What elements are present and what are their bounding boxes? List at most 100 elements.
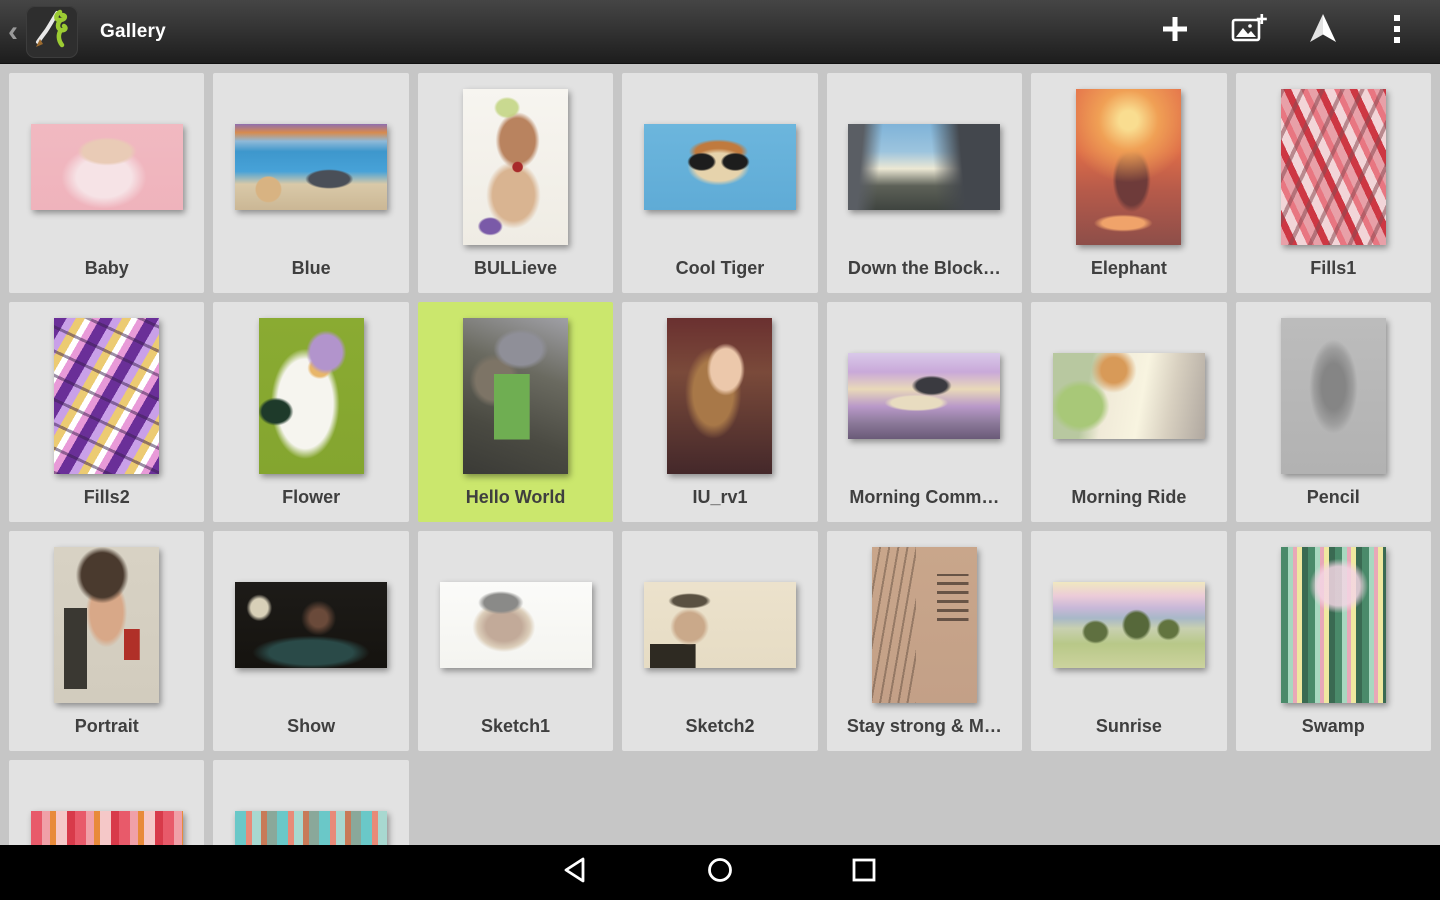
thumbnail-area	[1031, 531, 1226, 709]
gallery-item[interactable]: Portrait	[9, 531, 204, 751]
artwork-thumbnail	[463, 318, 568, 474]
artwork-title: Pencil	[1236, 487, 1431, 508]
artwork-thumbnail	[848, 124, 1000, 210]
artwork-thumbnail	[1053, 353, 1205, 439]
artwork-title: BULLieve	[418, 258, 613, 279]
sketchbook-logo-icon	[30, 7, 74, 56]
artwork-thumbnail	[235, 582, 387, 668]
action-buttons	[1152, 8, 1440, 56]
artwork-title: Swamp	[1236, 716, 1431, 737]
android-nav-bar	[0, 845, 1440, 900]
overflow-menu-button[interactable]	[1374, 8, 1420, 56]
artwork-thumbnail	[440, 582, 592, 668]
thumbnail-area	[1236, 73, 1431, 251]
gallery-item[interactable]: Flower	[213, 302, 408, 522]
artwork-thumbnail	[235, 124, 387, 210]
artwork-thumbnail	[31, 124, 183, 210]
gallery-item[interactable]: Cool Tiger	[622, 73, 817, 293]
gallery-item[interactable]	[9, 760, 204, 845]
thumbnail-area	[827, 73, 1022, 251]
artwork-title: Sunrise	[1031, 716, 1226, 737]
gallery-item[interactable]: Morning Ride	[1031, 302, 1226, 522]
nav-home-button[interactable]	[703, 856, 737, 890]
thumbnail-area	[622, 531, 817, 709]
send-icon	[1308, 13, 1338, 50]
thumbnail-area	[418, 73, 613, 251]
gallery-item[interactable]: IU_rv1	[622, 302, 817, 522]
artwork-thumbnail	[644, 582, 796, 668]
app-logo-button[interactable]	[26, 6, 78, 58]
thumbnail-area	[622, 302, 817, 480]
artwork-title: Portrait	[9, 716, 204, 737]
artwork-title: Down the Block…	[827, 258, 1022, 279]
thumbnail-area	[622, 73, 817, 251]
new-sketch-button[interactable]	[1152, 8, 1198, 56]
plus-icon	[1160, 14, 1190, 49]
gallery-item[interactable]: Stay strong & M…	[827, 531, 1022, 751]
artwork-title: Fills2	[9, 487, 204, 508]
artwork-thumbnail	[644, 124, 796, 210]
artwork-thumbnail	[54, 547, 159, 703]
artwork-title: Blue	[213, 258, 408, 279]
back-triangle-icon	[561, 855, 591, 890]
artwork-thumbnail	[259, 318, 364, 474]
gallery-item[interactable]: Baby	[9, 73, 204, 293]
gallery-item[interactable]: Sketch2	[622, 531, 817, 751]
artwork-thumbnail	[31, 811, 183, 845]
artwork-title: IU_rv1	[622, 487, 817, 508]
thumbnail-area	[1031, 302, 1226, 480]
gallery-item[interactable]: Pencil	[1236, 302, 1431, 522]
thumbnail-area	[213, 760, 408, 845]
nav-back-button[interactable]	[559, 856, 593, 890]
share-button[interactable]	[1300, 8, 1346, 56]
thumbnail-area	[1236, 531, 1431, 709]
home-circle-icon	[705, 855, 735, 890]
back-chevron[interactable]: ‹	[2, 15, 24, 49]
artwork-thumbnail	[1076, 89, 1181, 245]
gallery-item[interactable]	[213, 760, 408, 845]
overflow-menu-icon	[1392, 13, 1402, 50]
add-image-icon	[1231, 13, 1267, 50]
gallery-item[interactable]: Elephant	[1031, 73, 1226, 293]
artwork-title: Cool Tiger	[622, 258, 817, 279]
thumbnail-area	[1031, 73, 1226, 251]
thumbnail-area	[213, 73, 408, 251]
thumbnail-area	[827, 302, 1022, 480]
gallery-item[interactable]: Down the Block…	[827, 73, 1022, 293]
gallery-item[interactable]: Show	[213, 531, 408, 751]
artwork-thumbnail	[872, 547, 977, 703]
action-bar: ‹ Gallery	[0, 0, 1440, 64]
artwork-title: Sketch2	[622, 716, 817, 737]
thumbnail-area	[418, 531, 613, 709]
artwork-title: Stay strong & M…	[827, 716, 1022, 737]
artwork-title: Morning Ride	[1031, 487, 1226, 508]
thumbnail-area	[213, 302, 408, 480]
artwork-thumbnail	[1053, 582, 1205, 668]
gallery-item[interactable]: Blue	[213, 73, 408, 293]
gallery-item[interactable]: BULLieve	[418, 73, 613, 293]
gallery-item[interactable]: Swamp	[1236, 531, 1431, 751]
thumbnail-area	[9, 760, 204, 845]
artwork-title: Flower	[213, 487, 408, 508]
gallery-item[interactable]: Hello World	[418, 302, 613, 522]
thumbnail-area	[418, 302, 613, 480]
gallery-item[interactable]: Fills1	[1236, 73, 1431, 293]
import-image-button[interactable]	[1226, 8, 1272, 56]
thumbnail-area	[9, 531, 204, 709]
artwork-thumbnail	[1281, 89, 1386, 245]
artwork-thumbnail	[1281, 318, 1386, 474]
artwork-thumbnail	[463, 89, 568, 245]
gallery-item[interactable]: Morning Comm…	[827, 302, 1022, 522]
artwork-thumbnail	[54, 318, 159, 474]
gallery-item[interactable]: Sunrise	[1031, 531, 1226, 751]
artwork-title: Fills1	[1236, 258, 1431, 279]
nav-recents-button[interactable]	[847, 856, 881, 890]
gallery-item[interactable]: Sketch1	[418, 531, 613, 751]
gallery-item[interactable]: Fills2	[9, 302, 204, 522]
thumbnail-area	[213, 531, 408, 709]
recents-square-icon	[849, 855, 879, 890]
artwork-title: Hello World	[418, 487, 613, 508]
artwork-title: Sketch1	[418, 716, 613, 737]
thumbnail-area	[9, 73, 204, 251]
artwork-thumbnail	[848, 353, 1000, 439]
